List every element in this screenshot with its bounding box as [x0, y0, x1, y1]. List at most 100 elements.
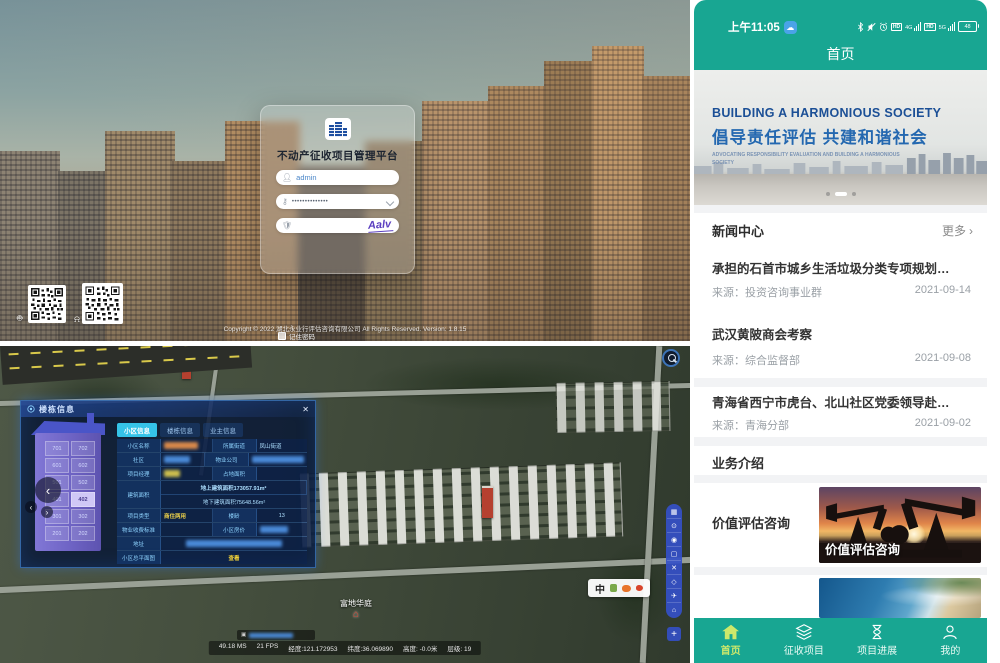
layers-tool-icon[interactable]: ▦	[667, 506, 681, 519]
tab-projects[interactable]: 征收项目	[767, 618, 840, 663]
field-label: 物业公司	[205, 453, 249, 466]
panel-header: 楼栋信息 ✕	[21, 401, 315, 417]
banner-carousel[interactable]: BUILDING A HARMONIOUS SOCIETY 倡导责任评估 共建和…	[694, 70, 987, 205]
nav-right-button[interactable]: ›	[41, 506, 53, 518]
news-meta: 来源：青海分部 2021-09-02	[694, 417, 987, 433]
room-cell[interactable]: 702	[71, 441, 95, 456]
business-item[interactable]: 价值评估咨询 价值评估咨询	[694, 483, 987, 567]
field-label: 小区总平面图	[117, 551, 161, 564]
hd-badge: HD	[891, 23, 902, 31]
mute-icon	[867, 22, 876, 32]
news-date: 2021-09-14	[915, 284, 971, 300]
building-cluster	[556, 381, 671, 433]
business-section-header: 业务介绍	[694, 446, 987, 475]
section-gap	[694, 378, 987, 387]
tab-building-info[interactable]: 楼栋信息	[160, 423, 200, 437]
room-cell-selected[interactable]: 402	[71, 492, 95, 507]
news-source: 来源：青海分部	[712, 417, 789, 433]
tab-home[interactable]: 首页	[694, 618, 767, 663]
news-item[interactable]: 承担的石首市城乡生活垃圾分类专项规划… 来源：投资咨询事业群 2021-09-1…	[694, 246, 987, 311]
blurred-value	[186, 540, 282, 547]
room-cell[interactable]: 302	[71, 509, 95, 524]
news-header: 新闻中心	[712, 221, 764, 240]
page-title: 首页	[694, 44, 987, 64]
map-poi[interactable]: 富地华庭 ⌂︎	[340, 598, 372, 620]
layer-selector[interactable]: ▣︎	[237, 630, 315, 640]
field-label: 楼龄	[213, 509, 257, 522]
shield-icon: 🛡︎	[282, 222, 292, 230]
business-item[interactable]	[694, 575, 987, 618]
news-source: 来源：综合监督部	[712, 352, 800, 368]
select-tool-icon[interactable]: ▢	[667, 548, 681, 561]
nav-left-button[interactable]: ‹	[25, 501, 37, 513]
home-tool-icon[interactable]: ⌂	[667, 604, 681, 616]
bottom-tab-bar: 首页 征收项目 项目进展 我的	[694, 618, 987, 663]
ime-toolbar[interactable]: 中	[588, 579, 650, 597]
ime-v-icon	[610, 584, 617, 592]
locate-tool-icon[interactable]: ⊙	[667, 520, 681, 533]
tab-mine[interactable]: 我的	[914, 618, 987, 663]
field-value	[249, 453, 307, 466]
news-title: 青海省西宁市虎台、北山社区党委领导赴…	[712, 392, 970, 411]
show-password-icon[interactable]	[386, 197, 394, 205]
measure-tool-icon[interactable]: ◇	[667, 576, 681, 589]
news-item[interactable]: 青海省西宁市虎台、北山社区党委领导赴… 来源：青海分部 2021-09-02	[694, 387, 987, 437]
field-value	[161, 439, 213, 452]
target-tool-icon[interactable]: ◉	[667, 534, 681, 547]
field-label: 项目经理	[117, 467, 161, 480]
status-icons: HD 4G HD 5G 48	[857, 21, 977, 32]
carousel-dot[interactable]	[826, 192, 830, 196]
close-icon[interactable]: ✕	[302, 405, 309, 414]
news-more-link[interactable]: 更多›	[942, 222, 973, 239]
room-cell[interactable]: 602	[71, 458, 95, 473]
login-page: 不动产征收项目管理平台 👤︎ admin ⚷︎ •••••••••••••• 🛡…	[0, 0, 690, 341]
building-cluster	[299, 462, 623, 547]
news-item[interactable]: 武汉黄陂商会考察 来源：综合监督部 2021-09-08	[694, 310, 987, 378]
field-value: 地上建筑面积173057.91m²	[161, 481, 307, 494]
tab-owner-info[interactable]: 业主信息	[203, 423, 243, 437]
news-meta: 来源：综合监督部 2021-09-08	[694, 352, 987, 368]
ime-sogou-icon	[622, 585, 630, 592]
house-marker-icon: ⌂︎	[340, 609, 372, 620]
hd-badge: HD	[924, 23, 935, 31]
field-label: 占地面积	[213, 467, 257, 480]
news-title: 武汉黄陂商会考察	[712, 324, 970, 343]
banner-road	[694, 174, 987, 205]
room-cell[interactable]: 201	[45, 526, 69, 541]
room-cell[interactable]: 502	[71, 475, 95, 490]
field-value	[161, 467, 213, 480]
room-cell[interactable]: 701	[45, 441, 69, 456]
field-value: 凤山街道	[257, 439, 308, 452]
blurred-value	[252, 456, 304, 463]
password-field[interactable]: ⚷︎ ••••••••••••••	[276, 194, 399, 209]
view-plan-link[interactable]: 查看	[228, 554, 239, 562]
building-info-panel: 楼栋信息 ✕ 701 702 601 602 501 502 401 402 3…	[20, 400, 316, 568]
carousel-dot[interactable]	[852, 192, 856, 196]
captcha-field[interactable]: 🛡︎ Aalv	[276, 218, 399, 233]
news-title: 承担的石首市城乡生活垃圾分类专项规划…	[712, 258, 970, 277]
tab-community-info[interactable]: 小区信息	[117, 423, 157, 437]
field-value	[161, 453, 205, 466]
tab-progress[interactable]: 项目进展	[841, 618, 914, 663]
clear-tool-icon[interactable]: ✕	[667, 562, 681, 575]
longitude: 经度:121.172953	[288, 643, 337, 653]
zoom-in-button[interactable]: +	[667, 627, 681, 641]
banner-headline-en: BUILDING A HARMONIOUS SOCIETY	[712, 106, 941, 120]
room-cell[interactable]: 601	[45, 458, 69, 473]
field-value: 13	[257, 509, 308, 522]
remember-checkbox[interactable]	[278, 332, 286, 340]
captcha-image[interactable]: Aalv	[367, 219, 393, 233]
fly-tool-icon[interactable]: ✈	[667, 590, 681, 603]
layers-icon	[795, 624, 813, 640]
field-label: 所属街道	[213, 439, 257, 452]
battery-icon: 48	[958, 21, 977, 32]
username-field[interactable]: 👤︎ admin	[276, 170, 399, 185]
section-gap	[694, 567, 987, 575]
render-ms: 49.18 MS	[219, 643, 247, 653]
map-search-button[interactable]	[662, 349, 680, 367]
rotate-left-button[interactable]: ‹	[35, 477, 61, 503]
carousel-dot-active[interactable]	[835, 192, 847, 196]
bluetooth-icon	[857, 22, 864, 32]
room-cell[interactable]: 202	[71, 526, 95, 541]
map-3d-view[interactable]: ▦ ⊙ ◉ ▢ ✕ ◇ ✈ ⌂ + 楼栋信息 ✕ 701 702 601 60	[0, 346, 690, 663]
